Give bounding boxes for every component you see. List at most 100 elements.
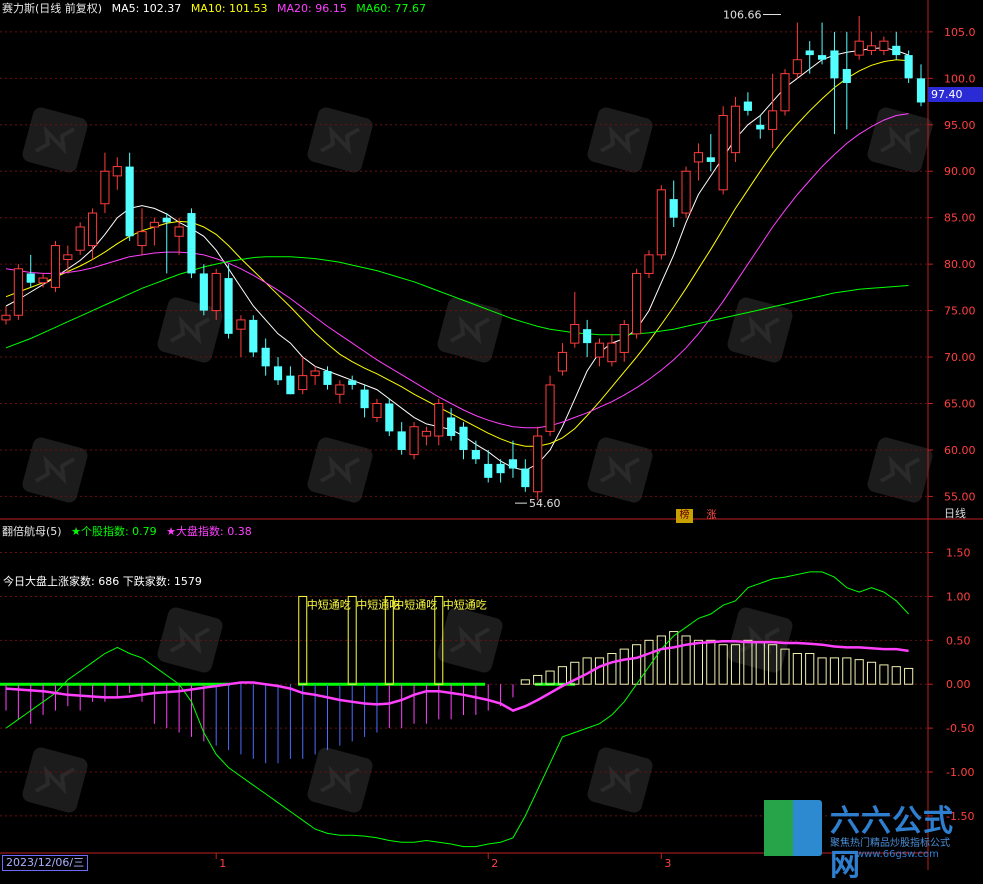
indicator-bar	[817, 657, 827, 685]
indicator-bar	[854, 659, 864, 685]
indicator-bar	[879, 664, 889, 685]
candle	[818, 22, 827, 65]
rise-badge[interactable]: 涨	[703, 509, 720, 523]
indicator-bar	[520, 679, 530, 685]
candle	[1, 305, 11, 325]
candle	[521, 459, 530, 492]
y-tick-label: 100.0	[944, 72, 976, 85]
chart-canvas: 106.66 54.60 55.00 60.00 65.00 70.00 75.00 80.…	[0, 0, 983, 870]
y-tick-label: 1.50	[946, 547, 971, 560]
last-price-tag: 97.40	[928, 87, 983, 102]
indicator-bar	[805, 653, 815, 685]
candle	[743, 92, 752, 116]
x-tick-label: 2	[491, 857, 498, 870]
y-tick-label: 85.00	[944, 212, 976, 225]
indicator-bar	[792, 653, 802, 685]
candle	[112, 157, 122, 190]
main-header: 赛力斯(日线 前复权) MA5: 102.37 MA10: 101.53 MA2…	[2, 0, 432, 16]
y-tick-label: 90.00	[944, 165, 976, 178]
watermark-mark	[587, 747, 653, 813]
candle	[397, 422, 406, 455]
indicator-name[interactable]: 翻倍航母(5)	[2, 525, 62, 538]
y-tick-label: 80.00	[944, 258, 976, 271]
candle	[236, 315, 246, 358]
candle	[545, 375, 555, 437]
indicator-bar	[557, 666, 567, 685]
candle	[780, 69, 790, 116]
indicator-bar	[904, 667, 914, 685]
candle	[916, 64, 926, 107]
watermark-mark	[307, 107, 373, 173]
candle	[100, 152, 110, 214]
watermark-mark	[22, 107, 88, 173]
rank-badge[interactable]: 榜	[676, 509, 693, 523]
ma-line-ma20	[5, 113, 909, 429]
indicator-bar	[829, 657, 840, 685]
y-tick-label: 60.00	[944, 444, 976, 457]
candle	[187, 208, 196, 279]
y-tick-label: 105.0	[944, 26, 976, 39]
indicator-bar	[866, 661, 877, 685]
candle	[619, 319, 629, 362]
indicator-bar	[656, 635, 666, 685]
candle	[137, 208, 147, 255]
candle	[533, 426, 543, 501]
signal-label: 中短通吃	[443, 597, 487, 611]
candle	[669, 180, 678, 227]
candle	[360, 384, 369, 418]
watermark-mark	[22, 747, 88, 813]
watermark-logo: 六六公式网 聚焦热门精品炒股指标公式 www.66gsw.com	[760, 796, 980, 883]
y-tick-label: 0.50	[946, 634, 971, 647]
candle	[459, 422, 468, 460]
candle	[718, 106, 728, 195]
chart-title: 赛力斯(日线 前复权)	[2, 2, 103, 15]
candle	[508, 440, 518, 478]
candle	[26, 254, 35, 288]
candle	[249, 315, 258, 358]
y-tick-label: 65.00	[944, 398, 976, 411]
candle	[273, 357, 283, 385]
candle	[149, 217, 159, 246]
indicator-bar	[632, 644, 642, 685]
indicator-bar	[718, 644, 728, 685]
indicator-bar	[545, 670, 555, 685]
candle	[484, 449, 493, 483]
watermark-mark	[307, 437, 373, 503]
date-cursor-label: 2023/12/06/三	[2, 855, 89, 871]
indicator-header: 翻倍航母(5) ★个股指数: 0.79 ★大盘指数: 0.38	[2, 523, 258, 539]
candle	[199, 264, 208, 316]
y-tick-label: -1.00	[946, 766, 974, 779]
low-annotation: 54.60	[529, 497, 561, 510]
candle	[583, 319, 592, 358]
candle	[421, 426, 431, 446]
candle	[879, 36, 889, 56]
watermark-url: www.66gsw.com	[856, 849, 939, 860]
candle	[13, 264, 23, 320]
candlesticks	[1, 16, 926, 501]
candle	[125, 152, 134, 241]
watermark-mark	[22, 437, 88, 503]
candle	[409, 422, 419, 460]
candle	[310, 366, 320, 385]
candle	[681, 166, 691, 218]
period-label[interactable]: 日线	[944, 505, 966, 521]
candle	[594, 338, 605, 367]
indicator-y-axis: 1.501.000.500.00-0.50-1.00-1.50	[928, 547, 974, 823]
candle	[866, 31, 877, 56]
candle	[335, 380, 345, 404]
y-tick-label: 70.00	[944, 351, 976, 364]
ma5-label: MA5: 102.37	[111, 2, 182, 15]
candle	[693, 143, 704, 181]
watermark-mark	[727, 297, 793, 363]
y-tick-label: 95.00	[944, 119, 976, 132]
candle	[261, 338, 270, 376]
candle	[434, 398, 444, 446]
candle	[730, 96, 741, 162]
y-tick-label: 75.00	[944, 305, 976, 318]
y-tick-label: -0.50	[946, 722, 974, 735]
candle	[298, 357, 308, 395]
candle	[570, 292, 580, 348]
candle	[286, 366, 295, 395]
y-tick-label: 1.00	[946, 590, 971, 603]
indicator-bar	[891, 666, 901, 685]
